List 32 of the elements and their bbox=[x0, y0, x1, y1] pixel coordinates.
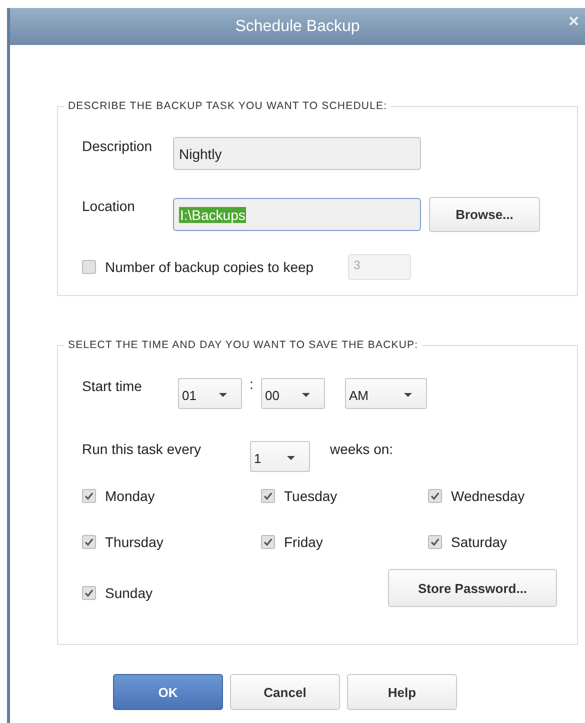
checkbox-label: Thursday bbox=[105, 534, 164, 550]
checked-checkbox[interactable] bbox=[428, 535, 442, 549]
checkbox-label: Saturday bbox=[451, 534, 508, 550]
dropdown[interactable]: 1 bbox=[250, 441, 310, 472]
field-label: Start time bbox=[82, 378, 143, 394]
checked-checkbox[interactable] bbox=[261, 535, 275, 549]
field-label: Run this task every bbox=[82, 441, 202, 457]
checkbox-label: Wednesday bbox=[451, 488, 525, 504]
field-label: weeks on: bbox=[330, 441, 394, 457]
text-field[interactable]: Nightly bbox=[173, 137, 421, 170]
checked-checkbox[interactable] bbox=[428, 489, 442, 503]
dropdown[interactable]: 01 bbox=[178, 378, 242, 409]
window-title: Schedule Backup bbox=[235, 18, 360, 36]
field-label: Description bbox=[82, 138, 154, 154]
checked-checkbox[interactable] bbox=[82, 586, 96, 600]
checked-checkbox[interactable] bbox=[261, 489, 275, 503]
dropdown[interactable]: AM bbox=[345, 378, 427, 409]
checkbox-label: Sunday bbox=[105, 585, 152, 601]
store-password-button[interactable]: Store Password... bbox=[388, 569, 557, 607]
checkbox-label: Monday bbox=[105, 488, 155, 504]
browse-button[interactable]: Browse... bbox=[429, 197, 540, 232]
dialog-button[interactable]: Help bbox=[347, 674, 457, 710]
checkbox-label: Tuesday bbox=[284, 488, 338, 504]
checkbox-label: Friday bbox=[284, 534, 323, 550]
dialog-button[interactable]: Cancel bbox=[230, 674, 340, 710]
checked-checkbox[interactable] bbox=[82, 489, 96, 503]
checked-checkbox[interactable] bbox=[82, 535, 96, 549]
time-separator: : bbox=[248, 376, 254, 392]
dialog-button[interactable]: OK bbox=[113, 674, 223, 710]
dropdown[interactable]: 00 bbox=[261, 378, 325, 409]
field-label: Location bbox=[82, 198, 136, 214]
checkbox-label: Number of backup copies to keep bbox=[105, 259, 314, 275]
